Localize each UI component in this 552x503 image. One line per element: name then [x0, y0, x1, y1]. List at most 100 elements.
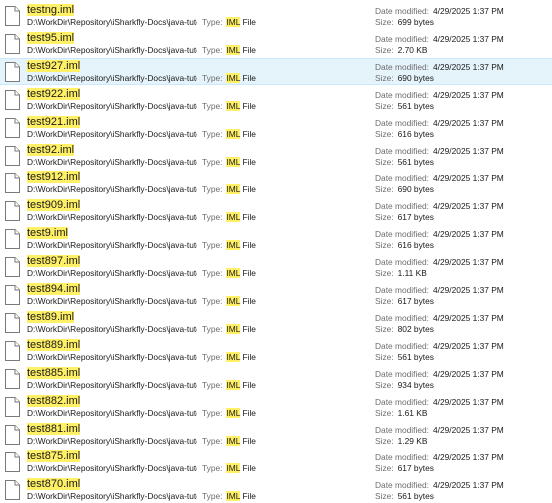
file-path: D:\WorkDir\Repository\iSharkfly-Docs\jav… — [27, 296, 197, 306]
file-type-post: File — [240, 323, 256, 334]
file-size-value: 1.29 KB — [397, 435, 428, 446]
file-size-value: 2.70 KB — [397, 44, 428, 55]
file-type-post: File — [240, 212, 256, 223]
file-icon — [5, 61, 20, 82]
file-size: Size: 802 bytes — [375, 324, 434, 335]
file-size-value: 617 bytes — [397, 212, 434, 223]
date-modified-label: Date modified: — [375, 424, 429, 435]
type-label: Type: — [202, 17, 223, 27]
file-size-value: 616 bytes — [397, 240, 434, 251]
file-path: D:\WorkDir\Repository\iSharkfly-Docs\jav… — [27, 72, 197, 83]
file-name[interactable]: test95.iml — [27, 31, 75, 45]
file-type: Type: IML File — [202, 463, 256, 474]
file-name[interactable]: test909.iml — [27, 199, 81, 212]
file-type-post: File — [240, 407, 256, 418]
file-row[interactable]: test894.iml D:\WorkDir\Repository\iShark… — [0, 281, 552, 308]
file-name[interactable]: test92.iml — [27, 143, 75, 157]
file-row[interactable]: test92.iml D:\WorkDir\Repository\iSharkf… — [0, 142, 552, 169]
date-modified-value: 4/29/2025 1:37 PM — [433, 145, 504, 156]
file-path: D:\WorkDir\Repository\iSharkfly-Docs\jav… — [27, 17, 197, 27]
date-modified: Date modified: 4/29/2025 1:37 PM — [375, 34, 504, 45]
file-name-match: test875.iml — [27, 450, 81, 463]
type-label: Type: — [202, 156, 223, 167]
file-size-value: 699 bytes — [397, 17, 434, 27]
file-name[interactable]: test889.iml — [27, 338, 81, 352]
file-icon — [5, 173, 20, 194]
file-row[interactable]: test921.iml D:\WorkDir\Repository\iShark… — [0, 114, 552, 141]
file-name-match: test912.iml — [27, 171, 81, 184]
file-name[interactable]: test870.iml — [27, 478, 81, 491]
file-row[interactable]: test912.iml D:\WorkDir\Repository\iShark… — [0, 169, 552, 196]
file-row[interactable]: test889.iml D:\WorkDir\Repository\iShark… — [0, 337, 552, 364]
file-name-match: test881.iml — [27, 422, 81, 435]
file-row[interactable]: test875.iml D:\WorkDir\Repository\iShark… — [0, 448, 552, 475]
file-row[interactable]: test881.iml D:\WorkDir\Repository\iShark… — [0, 421, 552, 448]
date-modified-value: 4/29/2025 1:37 PM — [433, 452, 504, 463]
date-modified-label: Date modified: — [375, 229, 429, 240]
file-row[interactable]: test909.iml D:\WorkDir\Repository\iShark… — [0, 197, 552, 224]
file-type-match: IML — [226, 17, 241, 27]
file-row[interactable]: test89.iml D:\WorkDir\Repository\iSharkf… — [0, 309, 552, 336]
file-row[interactable]: test897.iml D:\WorkDir\Repository\iShark… — [0, 253, 552, 280]
type-label: Type: — [202, 240, 223, 251]
file-path: D:\WorkDir\Repository\iSharkfly-Docs\jav… — [27, 128, 197, 139]
file-name[interactable]: testng.iml — [27, 4, 75, 17]
file-type: Type: IML File — [202, 296, 256, 307]
size-label: Size: — [375, 72, 394, 83]
file-type: Type: IML File — [202, 184, 256, 195]
file-type-post: File — [240, 44, 256, 55]
file-name[interactable]: test894.iml — [27, 283, 81, 296]
file-row[interactable]: testng.iml D:\WorkDir\Repository\iSharkf… — [0, 2, 552, 29]
file-name-match: test870.iml — [27, 478, 81, 491]
date-modified-value: 4/29/2025 1:37 PM — [433, 285, 504, 295]
file-icon — [5, 257, 20, 278]
file-icon — [5, 229, 20, 250]
date-modified-label: Date modified: — [375, 173, 429, 184]
date-modified: Date modified: 4/29/2025 1:37 PM — [375, 229, 504, 240]
date-modified-label: Date modified: — [375, 145, 429, 156]
file-path: D:\WorkDir\Repository\iSharkfly-Docs\jav… — [27, 435, 197, 446]
file-name-match: test889.iml — [27, 338, 81, 351]
file-name[interactable]: test885.iml — [27, 366, 81, 380]
size-label: Size: — [375, 463, 394, 474]
type-label: Type: — [202, 407, 223, 418]
file-name[interactable]: test927.iml — [27, 59, 81, 73]
file-row[interactable]: test885.iml D:\WorkDir\Repository\iShark… — [0, 365, 552, 392]
date-modified-label: Date modified: — [375, 117, 429, 128]
date-modified-label: Date modified: — [375, 312, 429, 323]
file-row[interactable]: test922.iml D:\WorkDir\Repository\iShark… — [0, 86, 552, 113]
file-name[interactable]: test881.iml — [27, 422, 81, 436]
file-name[interactable]: test89.iml — [27, 310, 75, 324]
file-icon — [5, 312, 20, 333]
file-icon — [5, 368, 20, 389]
size-label: Size: — [375, 17, 394, 27]
date-modified-value: 4/29/2025 1:37 PM — [433, 33, 504, 44]
file-name[interactable]: test897.iml — [27, 255, 81, 268]
file-type-match: IML — [226, 240, 241, 251]
size-label: Size: — [375, 323, 394, 334]
file-row[interactable]: test882.iml D:\WorkDir\Repository\iShark… — [0, 393, 552, 420]
file-size-value: 690 bytes — [397, 72, 434, 83]
file-name[interactable]: test912.iml — [27, 171, 81, 184]
file-name[interactable]: test921.iml — [27, 115, 81, 129]
file-row[interactable]: test9.iml D:\WorkDir\Repository\iSharkfl… — [0, 225, 552, 252]
file-type-post: File — [240, 268, 256, 279]
date-modified-label: Date modified: — [375, 257, 429, 268]
file-name[interactable]: test882.iml — [27, 394, 81, 408]
file-name[interactable]: test875.iml — [27, 450, 81, 463]
type-label: Type: — [202, 463, 223, 474]
file-name-match: test95.iml — [27, 31, 75, 44]
file-icon — [5, 33, 20, 54]
file-type: Type: IML File — [202, 323, 256, 335]
file-size-value: 1.61 KB — [397, 407, 428, 418]
file-name[interactable]: test922.iml — [27, 87, 81, 101]
file-row[interactable]: test95.iml D:\WorkDir\Repository\iSharkf… — [0, 30, 552, 57]
file-path: D:\WorkDir\Repository\iSharkfly-Docs\jav… — [27, 212, 197, 223]
date-modified-value: 4/29/2025 1:37 PM — [433, 173, 504, 184]
file-row[interactable]: test870.iml D:\WorkDir\Repository\iShark… — [0, 476, 552, 503]
file-name-match: test9.iml — [27, 227, 68, 240]
file-name[interactable]: test9.iml — [27, 227, 68, 240]
file-row[interactable]: test927.iml D:\WorkDir\Repository\iShark… — [0, 57, 552, 85]
file-size: Size: 617 bytes — [375, 212, 434, 223]
type-label: Type: — [202, 44, 223, 55]
